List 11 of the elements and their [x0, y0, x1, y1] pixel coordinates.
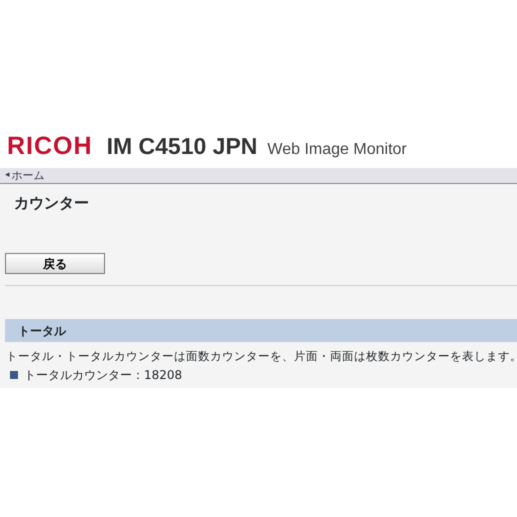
back-button[interactable]: 戻る [5, 253, 105, 274]
product-name: Web Image Monitor [267, 140, 407, 160]
page-title: カウンター [13, 193, 90, 214]
section-description: トータル・トータルカウンターは面数カウンターを、片面・両面は枚数カウンターを表します。 [5, 348, 517, 365]
model-name: IM C4510 JPN [106, 132, 258, 161]
section-title: トータル [18, 322, 66, 340]
home-link[interactable]: ホーム [12, 170, 45, 181]
arrow-icon: ◂ [5, 168, 10, 182]
brand-logo: RICOH [7, 131, 93, 162]
counter-label: トータルカウンター：18208 [24, 367, 182, 384]
bullet-icon [10, 371, 18, 379]
